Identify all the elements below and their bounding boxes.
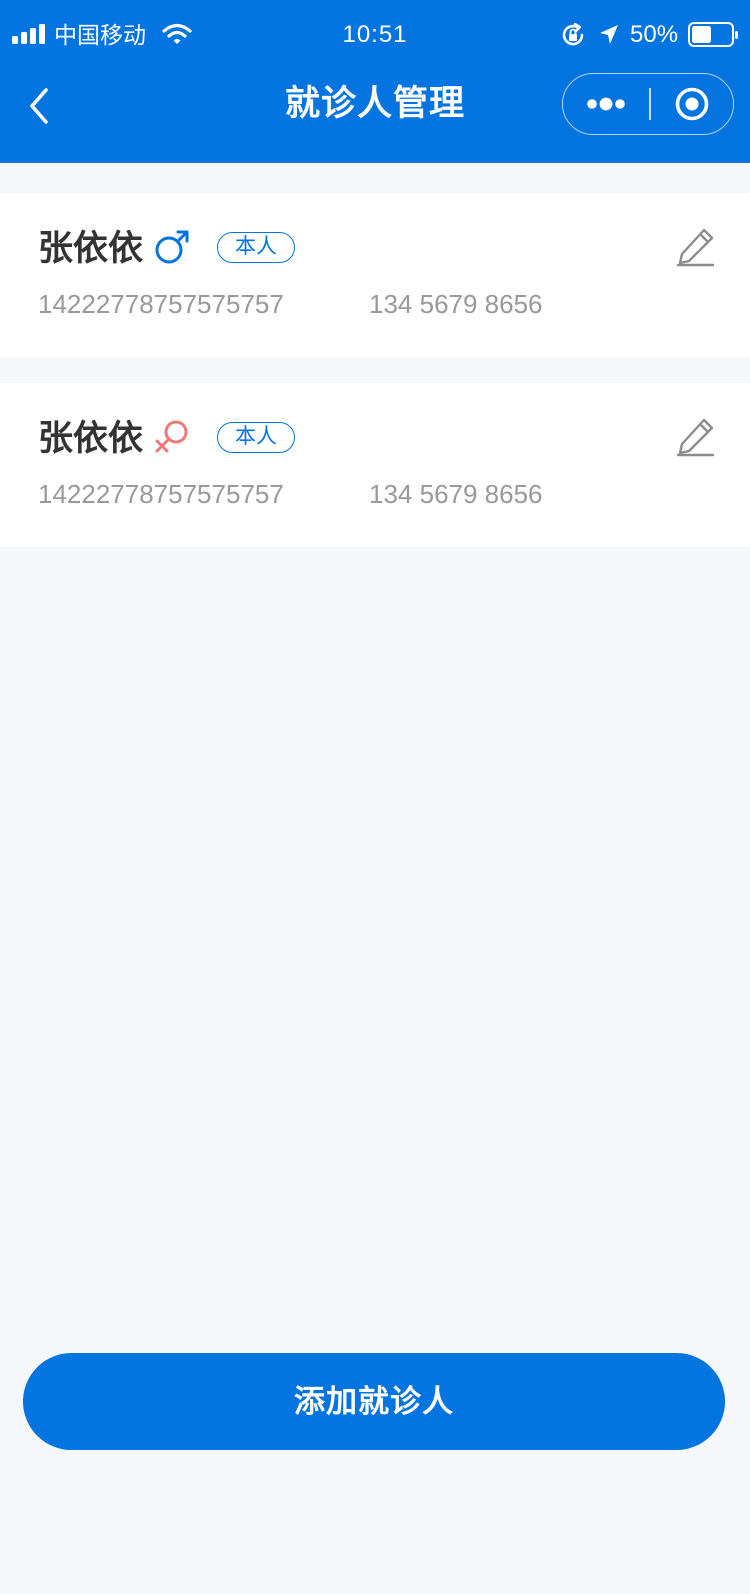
patient-card[interactable]: 张依依 本人 14222778757575757 134 5679 8656 [0,383,750,547]
patient-name: 张依依 [38,419,144,458]
miniprogram-capsule [562,73,734,135]
id-number: 14222778757575757 [38,479,284,509]
app-header: 中国移动 10:51 50% 就诊人管理 [0,0,750,163]
id-number: 14222778757575757 [38,289,284,319]
relation-tag: 本人 [217,422,295,453]
edit-icon[interactable] [676,417,716,457]
rotation-lock-icon [562,22,584,46]
phone-number: 134 5679 8656 [369,289,543,319]
location-icon [600,25,618,44]
more-icon[interactable] [563,74,649,134]
phone-number: 134 5679 8656 [369,479,543,509]
battery-icon [688,22,738,47]
status-bar: 中国移动 10:51 50% [0,0,750,70]
patient-card[interactable]: 张依依 本人 14222778757575757 134 5679 8656 [0,193,750,357]
edit-icon[interactable] [676,227,716,267]
navigation-bar: 就诊人管理 [0,70,750,163]
relation-tag: 本人 [217,232,295,263]
battery-percentage: 50% [630,21,679,48]
close-target-icon[interactable] [651,74,733,134]
female-icon [155,420,188,453]
male-icon [155,230,189,264]
add-patient-button[interactable]: 添加就诊人 [23,1353,725,1450]
patient-name: 张依依 [38,229,144,268]
